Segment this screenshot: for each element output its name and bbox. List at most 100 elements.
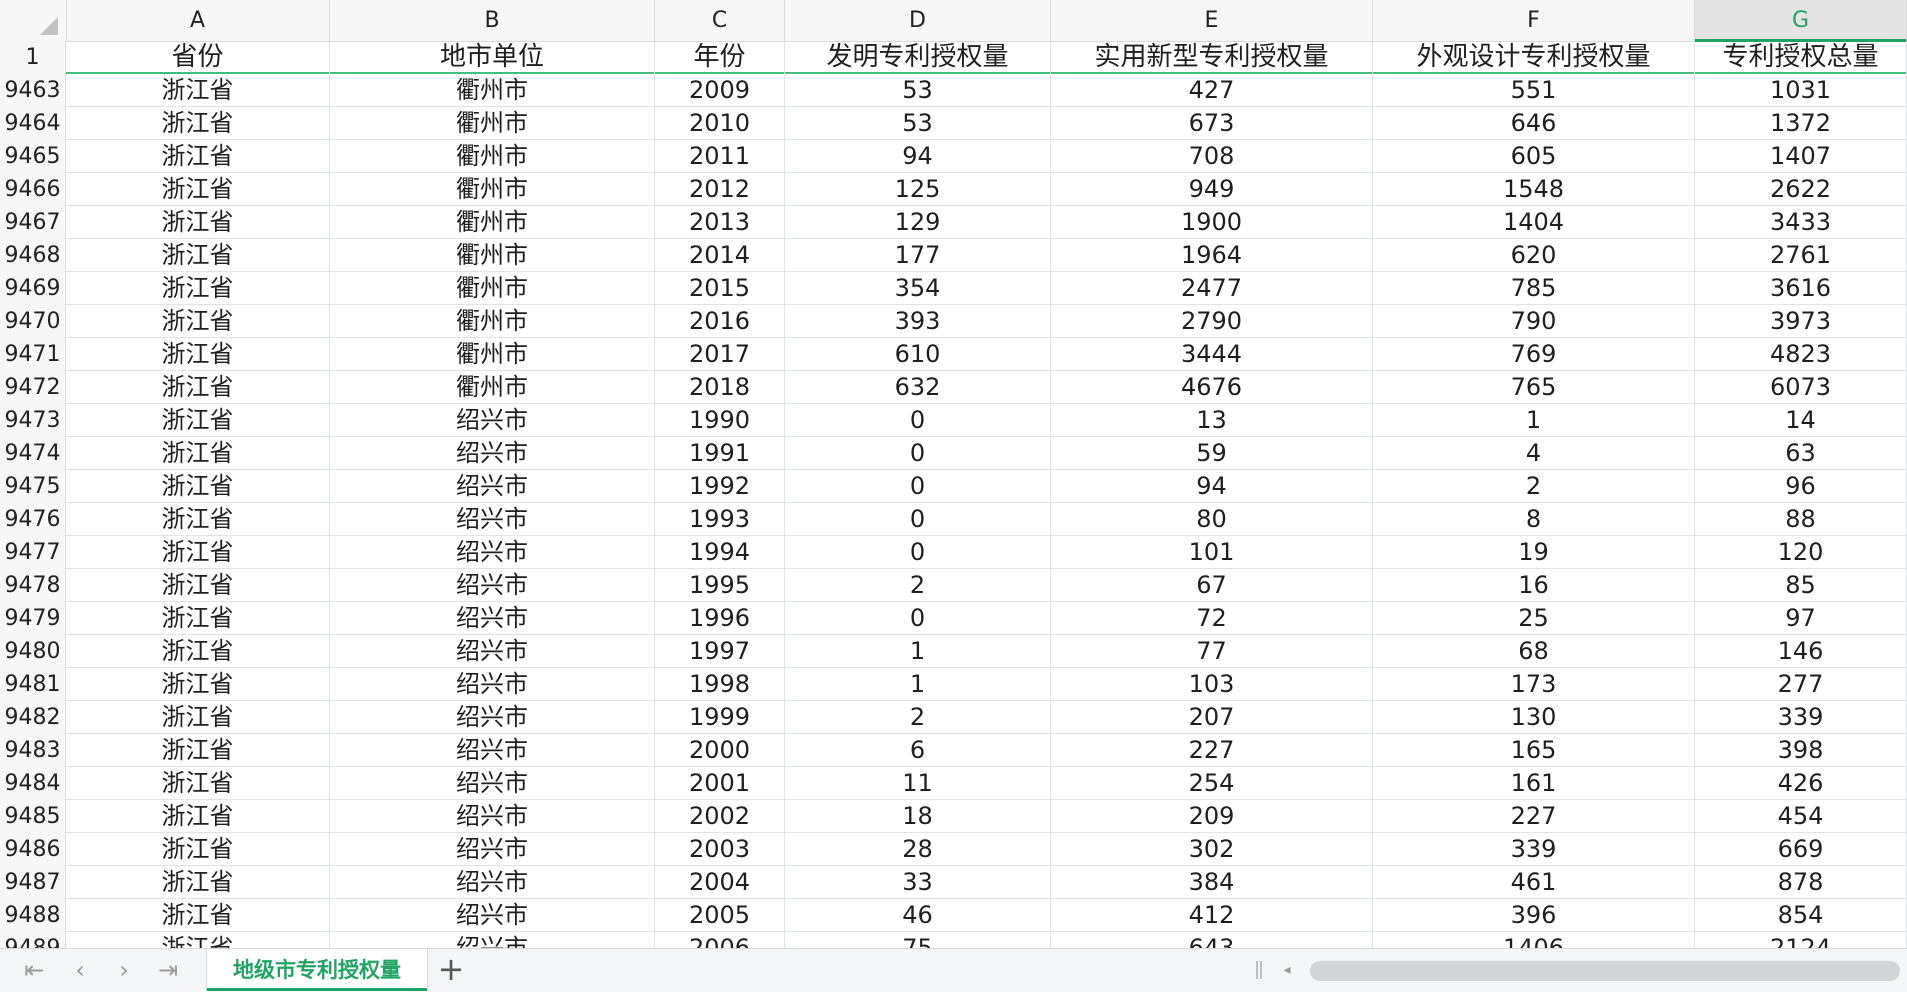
table-cell[interactable]: 浙江省	[66, 668, 330, 701]
table-cell[interactable]: 4	[1373, 437, 1695, 470]
table-cell[interactable]: 97	[1695, 602, 1907, 635]
table-cell[interactable]: 1996	[655, 602, 785, 635]
header-cell[interactable]: 外观设计专利授权量	[1373, 41, 1695, 74]
table-cell[interactable]: 绍兴市	[330, 536, 655, 569]
table-cell[interactable]: 708	[1051, 140, 1373, 173]
table-cell[interactable]: 161	[1373, 767, 1695, 800]
table-cell[interactable]: 632	[785, 371, 1051, 404]
table-cell[interactable]: 0	[785, 503, 1051, 536]
table-cell[interactable]: 427	[1051, 74, 1373, 107]
table-cell[interactable]: 0	[785, 404, 1051, 437]
table-cell[interactable]: 浙江省	[66, 107, 330, 140]
table-cell[interactable]: 2004	[655, 866, 785, 899]
row-number[interactable]: 9471	[0, 338, 66, 371]
table-cell[interactable]: 227	[1051, 734, 1373, 767]
table-cell[interactable]: 13	[1051, 404, 1373, 437]
column-header-b[interactable]: B	[330, 0, 655, 41]
table-cell[interactable]: 浙江省	[66, 800, 330, 833]
table-cell[interactable]: 绍兴市	[330, 899, 655, 932]
table-cell[interactable]: 1	[785, 668, 1051, 701]
table-cell[interactable]: 2013	[655, 206, 785, 239]
horizontal-scrollbar[interactable]	[1300, 961, 1900, 981]
table-cell[interactable]: 0	[785, 536, 1051, 569]
table-cell[interactable]: 0	[785, 470, 1051, 503]
table-cell[interactable]: 63	[1695, 437, 1907, 470]
row-number[interactable]: 9465	[0, 140, 66, 173]
table-cell[interactable]: 绍兴市	[330, 437, 655, 470]
table-cell[interactable]: 浙江省	[66, 635, 330, 668]
table-cell[interactable]: 129	[785, 206, 1051, 239]
table-cell[interactable]: 衢州市	[330, 206, 655, 239]
table-cell[interactable]: 765	[1373, 371, 1695, 404]
first-sheet-icon[interactable]: ⇤	[20, 957, 48, 983]
row-number[interactable]: 9475	[0, 470, 66, 503]
row-number[interactable]: 9468	[0, 239, 66, 272]
table-cell[interactable]: 浙江省	[66, 305, 330, 338]
table-cell[interactable]: 75	[785, 932, 1051, 948]
table-cell[interactable]: 绍兴市	[330, 668, 655, 701]
table-cell[interactable]: 454	[1695, 800, 1907, 833]
table-cell[interactable]: 1372	[1695, 107, 1907, 140]
table-cell[interactable]: 衢州市	[330, 74, 655, 107]
table-cell[interactable]: 2	[785, 701, 1051, 734]
table-cell[interactable]: 2011	[655, 140, 785, 173]
column-header-a[interactable]: A	[66, 0, 330, 41]
row-number[interactable]: 9464	[0, 107, 66, 140]
table-cell[interactable]: 2	[1373, 470, 1695, 503]
table-cell[interactable]: 949	[1051, 173, 1373, 206]
table-cell[interactable]: 1990	[655, 404, 785, 437]
table-cell[interactable]: 2000	[655, 734, 785, 767]
table-cell[interactable]: 绍兴市	[330, 602, 655, 635]
row-number[interactable]: 9483	[0, 734, 66, 767]
table-cell[interactable]: 85	[1695, 569, 1907, 602]
row-number[interactable]: 9470	[0, 305, 66, 338]
table-cell[interactable]: 衢州市	[330, 239, 655, 272]
row-number[interactable]: 9477	[0, 536, 66, 569]
row-number[interactable]: 9467	[0, 206, 66, 239]
header-cell[interactable]: 地市单位	[330, 41, 655, 74]
table-cell[interactable]: 88	[1695, 503, 1907, 536]
table-cell[interactable]: 1995	[655, 569, 785, 602]
table-cell[interactable]: 46	[785, 899, 1051, 932]
table-cell[interactable]: 67	[1051, 569, 1373, 602]
table-cell[interactable]: 浙江省	[66, 239, 330, 272]
row-number[interactable]: 9479	[0, 602, 66, 635]
table-cell[interactable]: 101	[1051, 536, 1373, 569]
table-cell[interactable]: 165	[1373, 734, 1695, 767]
table-cell[interactable]: 绍兴市	[330, 404, 655, 437]
table-cell[interactable]: 浙江省	[66, 503, 330, 536]
row-number[interactable]: 9478	[0, 569, 66, 602]
table-cell[interactable]: 绍兴市	[330, 470, 655, 503]
table-cell[interactable]: 4823	[1695, 338, 1907, 371]
table-cell[interactable]: 6	[785, 734, 1051, 767]
table-cell[interactable]: 2124	[1695, 932, 1907, 948]
table-cell[interactable]: 绍兴市	[330, 767, 655, 800]
table-cell[interactable]: 277	[1695, 668, 1907, 701]
row-number[interactable]: 9488	[0, 899, 66, 932]
table-cell[interactable]: 94	[785, 140, 1051, 173]
table-cell[interactable]: 2005	[655, 899, 785, 932]
table-cell[interactable]: 3616	[1695, 272, 1907, 305]
table-cell[interactable]: 绍兴市	[330, 866, 655, 899]
table-cell[interactable]: 96	[1695, 470, 1907, 503]
table-cell[interactable]: 854	[1695, 899, 1907, 932]
table-cell[interactable]: 2010	[655, 107, 785, 140]
table-cell[interactable]: 0	[785, 437, 1051, 470]
table-cell[interactable]: 1991	[655, 437, 785, 470]
row-number[interactable]: 9481	[0, 668, 66, 701]
table-cell[interactable]: 18	[785, 800, 1051, 833]
table-cell[interactable]: 2002	[655, 800, 785, 833]
table-cell[interactable]: 1406	[1373, 932, 1695, 948]
table-cell[interactable]: 59	[1051, 437, 1373, 470]
table-cell[interactable]: 173	[1373, 668, 1695, 701]
column-header-c[interactable]: C	[655, 0, 785, 41]
table-cell[interactable]: 790	[1373, 305, 1695, 338]
table-cell[interactable]: 0	[785, 602, 1051, 635]
table-cell[interactable]: 1964	[1051, 239, 1373, 272]
split-handle[interactable]	[1256, 961, 1262, 979]
table-cell[interactable]: 浙江省	[66, 932, 330, 948]
table-cell[interactable]: 绍兴市	[330, 701, 655, 734]
table-cell[interactable]: 绍兴市	[330, 932, 655, 948]
table-cell[interactable]: 绍兴市	[330, 734, 655, 767]
table-cell[interactable]: 浙江省	[66, 701, 330, 734]
